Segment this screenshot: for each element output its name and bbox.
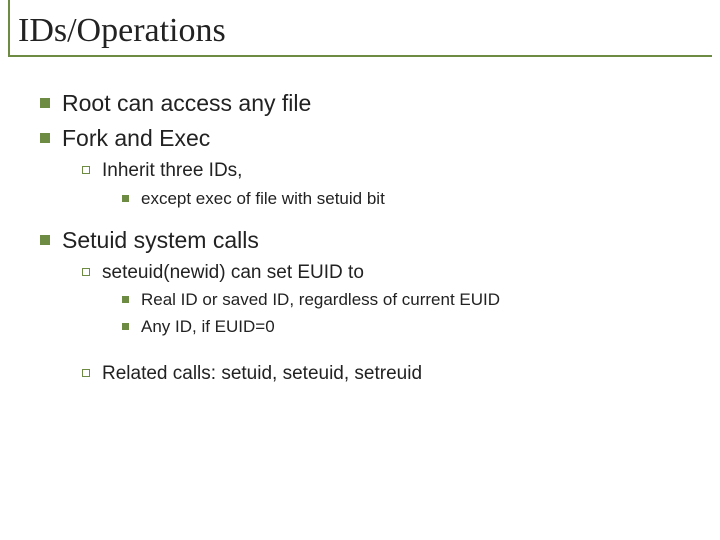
title-rule-vertical — [8, 0, 10, 56]
item-text: Any ID, if EUID=0 — [141, 316, 275, 339]
item-text: Setuid system calls — [62, 225, 259, 256]
bullet-list-level3: Real ID or saved ID, regardless of curre… — [122, 289, 680, 339]
hollow-square-bullet-icon — [82, 369, 90, 377]
list-item: Setuid system calls seteuid(newid) can s… — [40, 225, 680, 387]
list-item: Real ID or saved ID, regardless of curre… — [122, 289, 680, 312]
item-text: Related calls: setuid, seteuid, setreuid — [102, 361, 422, 387]
square-bullet-icon — [40, 133, 50, 143]
item-text: Inherit three IDs, — [102, 158, 242, 184]
item-text: Real ID or saved ID, regardless of curre… — [141, 289, 500, 312]
spacer — [40, 215, 680, 225]
square-bullet-icon — [122, 296, 129, 303]
square-bullet-icon — [122, 195, 129, 202]
bullet-list-level3: except exec of file with setuid bit — [122, 188, 680, 211]
item-text: seteuid(newid) can set EUID to — [102, 260, 364, 286]
square-bullet-icon — [40, 98, 50, 108]
square-bullet-icon — [122, 323, 129, 330]
list-item: Fork and Exec Inherit three IDs, except … — [40, 123, 680, 211]
title-bar: IDs/Operations — [0, 0, 720, 58]
hollow-square-bullet-icon — [82, 268, 90, 276]
title-rule-horizontal — [8, 55, 712, 57]
square-bullet-icon — [40, 235, 50, 245]
item-text: except exec of file with setuid bit — [141, 188, 385, 211]
bullet-list-level2: Inherit three IDs, except exec of file w… — [82, 158, 680, 211]
bullet-list-level2: seteuid(newid) can set EUID to Real ID o… — [82, 260, 680, 387]
list-item: Root can access any file — [40, 88, 680, 119]
list-item: Inherit three IDs, except exec of file w… — [82, 158, 680, 211]
slide-content: Root can access any file Fork and Exec I… — [0, 58, 720, 387]
spacer — [82, 343, 680, 361]
list-item: seteuid(newid) can set EUID to Real ID o… — [82, 260, 680, 340]
list-item: except exec of file with setuid bit — [122, 188, 680, 211]
hollow-square-bullet-icon — [82, 166, 90, 174]
item-text: Root can access any file — [62, 88, 311, 119]
list-item: Related calls: setuid, seteuid, setreuid — [82, 361, 680, 387]
bullet-list-level1: Root can access any file Fork and Exec I… — [40, 88, 680, 387]
slide-title: IDs/Operations — [18, 12, 720, 50]
list-item: Any ID, if EUID=0 — [122, 316, 680, 339]
item-text: Fork and Exec — [62, 123, 210, 154]
